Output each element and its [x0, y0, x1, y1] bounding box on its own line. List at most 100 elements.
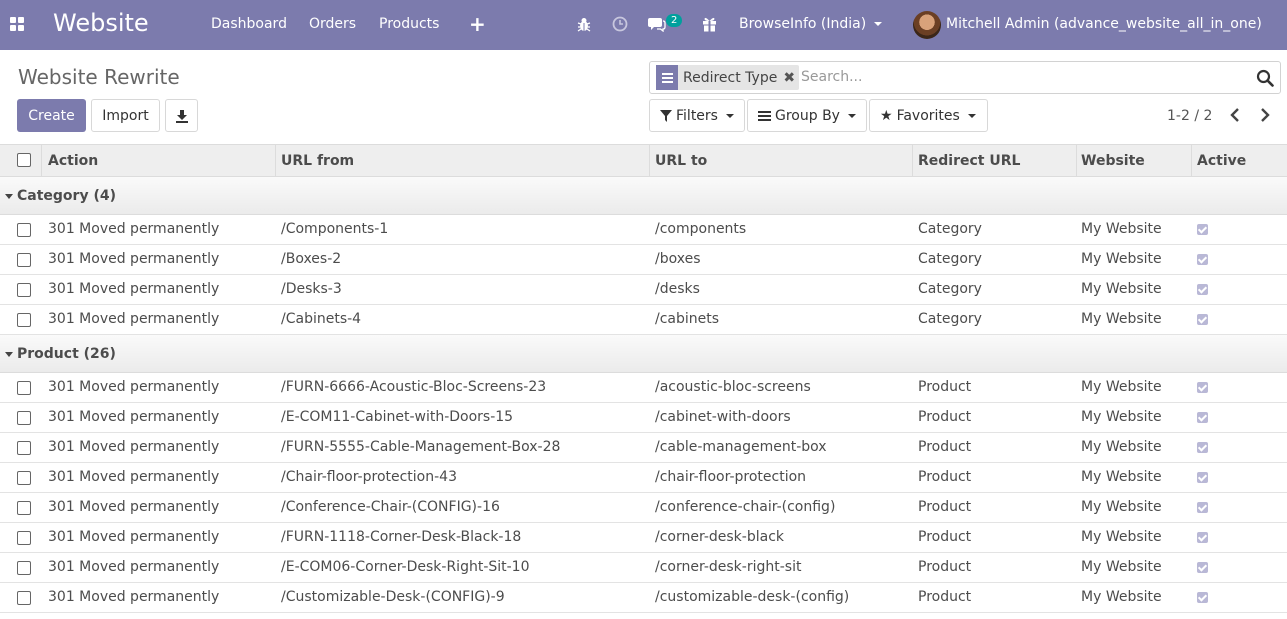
group-by-button[interactable]: Group By — [747, 99, 867, 132]
remove-facet-icon[interactable]: ✖ — [781, 70, 799, 86]
cell-action: 301 Moved permanently — [48, 221, 220, 237]
download-icon — [175, 109, 188, 123]
cell-action: 301 Moved permanently — [48, 499, 220, 515]
cell-website: My Website — [1081, 251, 1162, 267]
table-row[interactable]: 301 Moved permanently/E-COM06-Corner-Des… — [0, 553, 1287, 583]
active-checkbox — [1197, 224, 1208, 235]
download-button[interactable] — [165, 99, 198, 132]
table-row[interactable]: 301 Moved permanently/Customizable-Desk-… — [0, 583, 1287, 613]
cell-url-to: /chair-floor-protection — [655, 469, 807, 485]
table-row[interactable]: 301 Moved permanently/FURN-1118-Corner-D… — [0, 523, 1287, 553]
cell-url-from: /FURN-6666-Acoustic-Bloc-Screens-23 — [281, 379, 547, 395]
row-checkbox[interactable] — [17, 441, 31, 455]
cell-website: My Website — [1081, 409, 1162, 425]
favorites-label: Favorites — [896, 107, 960, 124]
user-menu[interactable]: Mitchell Admin (advance_website_all_in_o… — [946, 16, 1262, 32]
cell-action: 301 Moved permanently — [48, 469, 220, 485]
app-brand[interactable]: Website — [53, 9, 149, 37]
row-checkbox[interactable] — [17, 283, 31, 297]
row-checkbox[interactable] — [17, 471, 31, 485]
table-row[interactable]: 301 Moved permanently/FURN-5555-Cable-Ma… — [0, 433, 1287, 463]
table-row[interactable]: 301 Moved permanently/Chair-floor-protec… — [0, 463, 1287, 493]
table-row[interactable]: 301 Moved permanently/Desks-3/desks Categ… — [0, 275, 1287, 305]
company-switcher[interactable]: BrowseInfo (India) — [739, 16, 883, 32]
search-input[interactable] — [801, 69, 1241, 85]
search-icon[interactable] — [1256, 69, 1274, 87]
table-row[interactable]: 301 Moved permanently/Cabinets-4/cabinet… — [0, 305, 1287, 335]
chat-icon[interactable] — [648, 16, 666, 32]
cell-redirect-url: Product — [918, 379, 972, 395]
cell-url-to: /boxes — [655, 251, 701, 267]
import-button[interactable]: Import — [91, 99, 160, 132]
cell-redirect-url: Category — [918, 221, 982, 237]
cell-redirect-url: Category — [918, 281, 982, 297]
row-checkbox[interactable] — [17, 253, 31, 267]
row-checkbox[interactable] — [17, 501, 31, 515]
column-website[interactable]: Website — [1081, 153, 1145, 169]
cell-url-from: /Customizable-Desk-(CONFIG)-9 — [281, 589, 505, 605]
cell-action: 301 Moved permanently — [48, 251, 220, 267]
search-facet: Redirect Type ✖ — [656, 65, 800, 90]
table-row[interactable]: 301 Moved permanently/Components-1/compo… — [0, 215, 1287, 245]
menu-products[interactable]: Products — [379, 16, 439, 32]
cell-website: My Website — [1081, 559, 1162, 575]
cell-url-to: /components — [655, 221, 747, 237]
group-label: Category (4) — [17, 188, 116, 204]
cell-redirect-url: Product — [918, 409, 972, 425]
cell-website: My Website — [1081, 221, 1162, 237]
cell-url-from: /Cabinets-4 — [281, 311, 362, 327]
activity-clock-icon[interactable] — [612, 16, 628, 32]
table-row[interactable]: 301 Moved permanently/E-COM11-Cabinet-wi… — [0, 403, 1287, 433]
pager-value[interactable]: 1-2 / 2 — [1167, 108, 1212, 124]
row-checkbox[interactable] — [17, 591, 31, 605]
cell-website: My Website — [1081, 469, 1162, 485]
cell-redirect-url: Product — [918, 439, 972, 455]
avatar[interactable] — [913, 11, 941, 39]
column-url-from[interactable]: URL from — [281, 153, 354, 169]
cell-url-to: /customizable-desk-(config) — [655, 589, 850, 605]
column-redirect-url[interactable]: Redirect URL — [918, 153, 1020, 169]
add-menu-icon[interactable]: + — [469, 12, 486, 36]
active-checkbox — [1197, 412, 1208, 423]
next-page-icon[interactable] — [1259, 108, 1271, 122]
row-checkbox[interactable] — [17, 531, 31, 545]
filters-button[interactable]: Filters — [649, 99, 745, 132]
row-checkbox[interactable] — [17, 561, 31, 575]
cell-action: 301 Moved permanently — [48, 559, 220, 575]
top-navbar: Website Dashboard Orders Products + 2 Br… — [0, 0, 1287, 50]
row-checkbox[interactable] — [17, 223, 31, 237]
cell-url-from: /Chair-floor-protection-43 — [281, 469, 457, 485]
group-by-label: Group By — [775, 107, 840, 124]
row-checkbox[interactable] — [17, 411, 31, 425]
active-checkbox — [1197, 472, 1208, 483]
cell-action: 301 Moved permanently — [48, 409, 220, 425]
active-checkbox — [1197, 284, 1208, 295]
create-button[interactable]: Create — [17, 99, 86, 132]
cell-url-from: /E-COM11-Cabinet-with-Doors-15 — [281, 409, 514, 425]
menu-orders[interactable]: Orders — [309, 16, 356, 32]
chevron-down-icon — [847, 113, 856, 118]
previous-page-icon[interactable] — [1229, 108, 1241, 122]
menu-dashboard[interactable]: Dashboard — [211, 16, 287, 32]
column-action[interactable]: Action — [48, 153, 98, 169]
apps-menu-icon[interactable] — [10, 17, 26, 33]
star-icon: ★ — [880, 107, 893, 124]
table-row[interactable]: 301 Moved permanently/Conference-Chair-(… — [0, 493, 1287, 523]
company-name: BrowseInfo (India) — [739, 16, 867, 32]
search-box: Redirect Type ✖ — [649, 61, 1281, 94]
column-active[interactable]: Active — [1197, 153, 1246, 169]
bug-icon[interactable] — [577, 17, 591, 32]
select-all-checkbox[interactable] — [17, 153, 31, 167]
table-row[interactable]: 301 Moved permanently/FURN-6666-Acoustic… — [0, 373, 1287, 403]
cell-redirect-url: Product — [918, 529, 972, 545]
group-row[interactable]: Product (26) — [0, 335, 1287, 373]
favorites-button[interactable]: ★ Favorites — [869, 99, 988, 132]
row-checkbox[interactable] — [17, 313, 31, 327]
gift-icon[interactable] — [702, 16, 717, 32]
row-checkbox[interactable] — [17, 381, 31, 395]
cell-url-from: /Desks-3 — [281, 281, 342, 297]
table-row[interactable]: 301 Moved permanently/Boxes-2/boxes Categ… — [0, 245, 1287, 275]
cell-url-to: /desks — [655, 281, 700, 297]
group-row[interactable]: Category (4) — [0, 177, 1287, 215]
column-url-to[interactable]: URL to — [655, 153, 707, 169]
